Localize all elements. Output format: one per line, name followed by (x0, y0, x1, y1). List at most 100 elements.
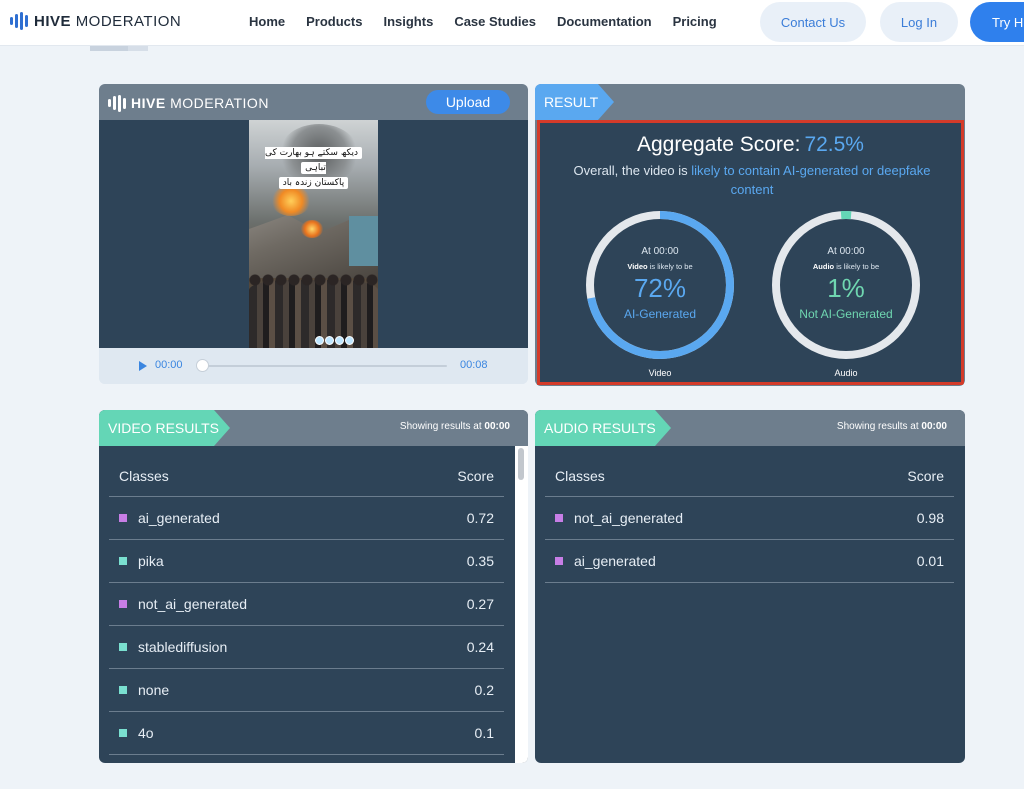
col-score: Score (907, 468, 944, 484)
class-color-swatch (119, 643, 127, 651)
table-row: none 0.2 (109, 669, 504, 712)
showing-time: 00:00 (921, 421, 947, 432)
video-viewport[interactable]: دیکھ سکتے ہو بھارت کی تباہی پاکستان زندہ… (99, 120, 528, 348)
upload-button[interactable]: Upload (426, 90, 510, 114)
class-score: 0.27 (466, 596, 494, 612)
class-name: not_ai_generated (138, 596, 247, 612)
class-color-swatch (119, 729, 127, 737)
showing-prefix: Showing results at (399, 421, 482, 432)
col-classes: Classes (119, 468, 169, 484)
showing-time: 00:00 (484, 421, 510, 432)
video-caption-line-2: پاکستان زندہ باد (278, 177, 349, 189)
nav-link-pricing[interactable]: Pricing (673, 14, 717, 29)
video-results-scrollbar[interactable] (515, 446, 528, 763)
player-logo-rest: MODERATION (170, 95, 269, 111)
video-results-card: VIDEO RESULTS Showing results at 00:00 C… (99, 410, 528, 763)
video-caption-line-1: دیکھ سکتے ہو بھارت کی تباہی (264, 147, 363, 174)
log-in-button[interactable]: Log In (880, 2, 958, 42)
class-name: ai_generated (574, 553, 656, 569)
video-thumbnail: دیکھ سکتے ہو بھارت کی تباہی پاکستان زندہ… (249, 120, 378, 348)
audio-results-card: AUDIO RESULTS Showing results at 00:00 C… (535, 410, 965, 763)
class-score: 0.2 (474, 682, 494, 698)
video-results-showing: Showing results at 00:00 (400, 421, 510, 432)
class-score: 0.24 (466, 639, 494, 655)
class-cell: ai_generated (555, 553, 656, 569)
table-row: ai_generated 0.01 (545, 540, 954, 583)
nav-link-home[interactable]: Home (249, 14, 285, 29)
class-cell: 4o (119, 725, 154, 741)
class-color-swatch (119, 600, 127, 608)
nav-link-insights[interactable]: Insights (383, 14, 433, 29)
table-header: Classes Score (109, 462, 504, 497)
class-cell: not_ai_generated (119, 596, 247, 612)
result-tab: RESULT (535, 84, 614, 120)
class-color-swatch (555, 514, 563, 522)
class-name: stablediffusion (138, 639, 228, 655)
play-icon[interactable] (139, 361, 147, 371)
class-name: not_ai_generated (574, 510, 683, 526)
audio-results-showing: Showing results at 00:00 (837, 421, 947, 432)
class-score: 0.35 (466, 553, 494, 569)
video-gauge-caption: Video (648, 368, 672, 378)
nav-link-documentation[interactable]: Documentation (557, 14, 652, 29)
video-results-table: Classes Score ai_generated 0.72 pika 0.35 no… (109, 462, 504, 755)
try-hive-button[interactable]: Try H (970, 2, 1024, 42)
contact-us-button[interactable]: Contact Us (760, 2, 866, 42)
result-card: RESULT Aggregate Score: 72.5% Overall, th… (535, 84, 965, 386)
table-row: ai_generated 0.72 (109, 497, 504, 540)
top-nav: HIVE MODERATION Home Products Insights C… (0, 0, 1024, 46)
class-color-swatch (119, 514, 127, 522)
brand-name-bold: HIVE (34, 12, 72, 30)
showing-prefix: Showing results at (836, 421, 919, 432)
video-results-tab: VIDEO RESULTS (99, 410, 230, 446)
aggregate-label: Aggregate Score: (637, 133, 801, 156)
table-row: pika 0.35 (109, 540, 504, 583)
seek-bar[interactable] (202, 365, 447, 367)
player-controls: 00:00 00:08 (99, 348, 528, 384)
class-cell: stablediffusion (119, 639, 227, 655)
aggregate-description: Overall, the video is likely to contain … (552, 161, 952, 199)
table-row: not_ai_generated 0.27 (109, 583, 504, 626)
class-color-swatch (119, 686, 127, 694)
table-row: stablediffusion 0.24 (109, 626, 504, 669)
nav-link-case-studies[interactable]: Case Studies (454, 14, 536, 29)
audio-gauge-percent: 1% (827, 273, 865, 303)
class-score: 0.98 (916, 510, 944, 526)
class-cell: pika (119, 553, 164, 569)
video-gauge-percent: 72% (633, 273, 687, 303)
table-header: Classes Score (545, 462, 954, 497)
audio-gauge-likely: is likely to be (836, 262, 880, 271)
aggregate-desc-highlight: likely to contain AI-generated or deepfa… (691, 163, 931, 197)
class-cell: not_ai_generated (555, 510, 683, 526)
video-gauge-time: At 00:00 (641, 246, 679, 257)
audio-gauge-verdict: Not AI-Generated (799, 307, 893, 321)
class-name: pika (138, 553, 164, 569)
class-color-swatch (555, 557, 563, 565)
class-color-swatch (119, 557, 127, 565)
class-cell: none (119, 682, 169, 698)
result-panel: Aggregate Score: 72.5% Overall, the video… (537, 120, 964, 385)
reaction-hearts-icon (315, 336, 354, 345)
player-logo-bold: HIVE (131, 95, 166, 111)
class-name: ai_generated (138, 510, 220, 526)
video-results-scroll-thumb[interactable] (518, 448, 524, 480)
class-score: 0.01 (916, 553, 944, 569)
player-header: HIVE MODERATION Upload (99, 84, 528, 120)
audio-gauge: At 00:00 Audio is likely to be 1% Not AI… (770, 209, 922, 378)
seek-handle[interactable] (196, 359, 209, 372)
page-tab-indicator (90, 46, 148, 51)
class-score: 0.72 (466, 510, 494, 526)
audio-results-header: AUDIO RESULTS Showing results at 00:00 (535, 410, 965, 446)
table-row: not_ai_generated 0.98 (545, 497, 954, 540)
aggregate-desc-prefix: Overall, the video is (573, 163, 688, 178)
video-results-header: VIDEO RESULTS Showing results at 00:00 (99, 410, 528, 446)
video-gauge-verdict: AI-Generated (623, 307, 697, 321)
audio-gauge-kind: Audio (812, 262, 835, 271)
aggregate-value: 72.5% (804, 133, 864, 156)
brand-logo[interactable]: HIVE MODERATION (10, 12, 181, 30)
audio-results-tab: AUDIO RESULTS (535, 410, 671, 446)
nav-link-products[interactable]: Products (306, 14, 362, 29)
current-time: 00:00 (155, 359, 183, 371)
video-caption: دیکھ سکتے ہو بھارت کی تباہی پاکستان زندہ… (254, 146, 373, 191)
col-score: Score (457, 468, 494, 484)
